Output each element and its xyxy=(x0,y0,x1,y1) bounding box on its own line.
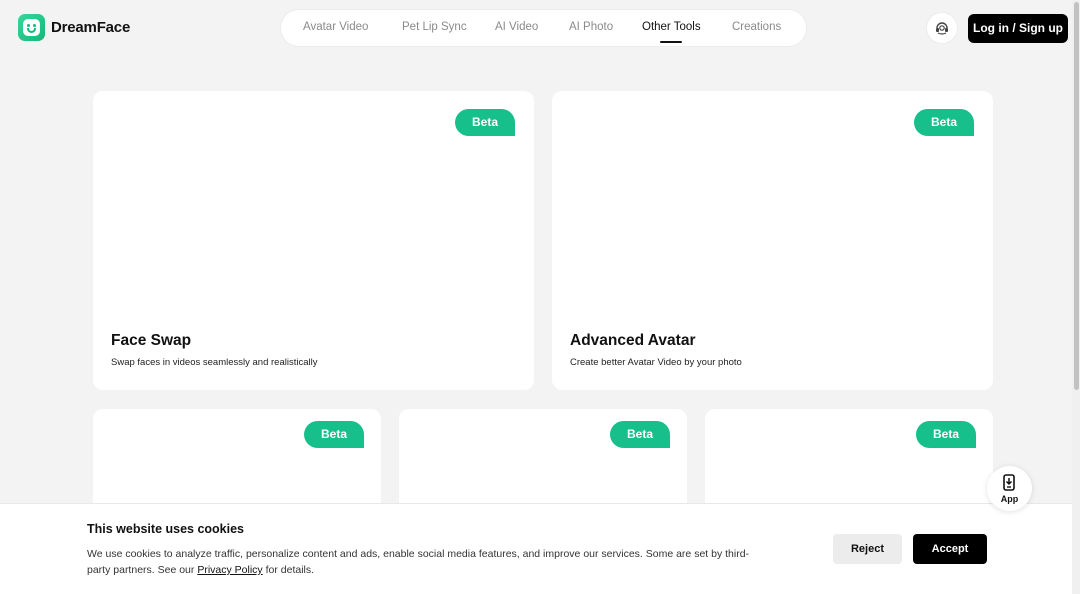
logo[interactable]: DreamFace xyxy=(18,14,130,41)
phone-download-icon xyxy=(1003,474,1015,491)
headset-icon xyxy=(936,22,948,35)
support-button[interactable] xyxy=(927,13,957,43)
beta-badge: Beta xyxy=(916,421,976,448)
app-label: App xyxy=(1000,494,1019,504)
nav-item-other-tools[interactable]: Other Tools xyxy=(642,10,701,46)
login-signup-button[interactable]: Log in / Sign up xyxy=(968,14,1068,43)
card-title: Face Swap xyxy=(111,332,192,349)
logo-text: DreamFace xyxy=(51,19,131,36)
nav-item-creations[interactable]: Creations xyxy=(732,10,781,46)
beta-badge: Beta xyxy=(455,109,515,136)
cookie-text-main: We use cookies to analyze traffic, perso… xyxy=(87,548,750,576)
cookie-text: We use cookies to analyze traffic, perso… xyxy=(87,546,757,578)
beta-badge: Beta xyxy=(914,109,974,136)
cookie-title: This website uses cookies xyxy=(87,522,245,536)
card-description: Swap faces in videos seamlessly and real… xyxy=(111,357,318,368)
scrollbar[interactable] xyxy=(1072,0,1080,594)
card-description: Create better Avatar Video by your photo xyxy=(570,357,742,368)
dreamface-logo-icon xyxy=(18,14,45,41)
app-download-button[interactable]: App xyxy=(987,466,1032,511)
main-nav: Avatar Video Pet Lip Sync AI Video AI Ph… xyxy=(281,10,806,46)
privacy-policy-link[interactable]: Privacy Policy xyxy=(197,564,262,576)
accept-button[interactable]: Accept xyxy=(913,534,987,564)
card-face-swap[interactable]: Beta Face Swap Swap faces in videos seam… xyxy=(93,91,534,390)
nav-item-ai-video[interactable]: AI Video xyxy=(495,10,538,46)
beta-badge: Beta xyxy=(304,421,364,448)
scrollbar-thumb[interactable] xyxy=(1074,2,1079,390)
card-advanced-avatar[interactable]: Beta Advanced Avatar Create better Avata… xyxy=(552,91,993,390)
card-title: Advanced Avatar xyxy=(570,332,696,349)
cookie-text-end: for details. xyxy=(262,564,315,576)
cookie-banner: This website uses cookies We use cookies… xyxy=(0,503,1072,594)
nav-item-avatar-video[interactable]: Avatar Video xyxy=(303,10,368,46)
beta-badge: Beta xyxy=(610,421,670,448)
reject-button[interactable]: Reject xyxy=(833,534,902,564)
nav-item-ai-photo[interactable]: AI Photo xyxy=(569,10,613,46)
nav-item-pet-lip-sync[interactable]: Pet Lip Sync xyxy=(402,10,467,46)
top-header: DreamFace Avatar Video Pet Lip Sync AI V… xyxy=(0,0,1080,56)
